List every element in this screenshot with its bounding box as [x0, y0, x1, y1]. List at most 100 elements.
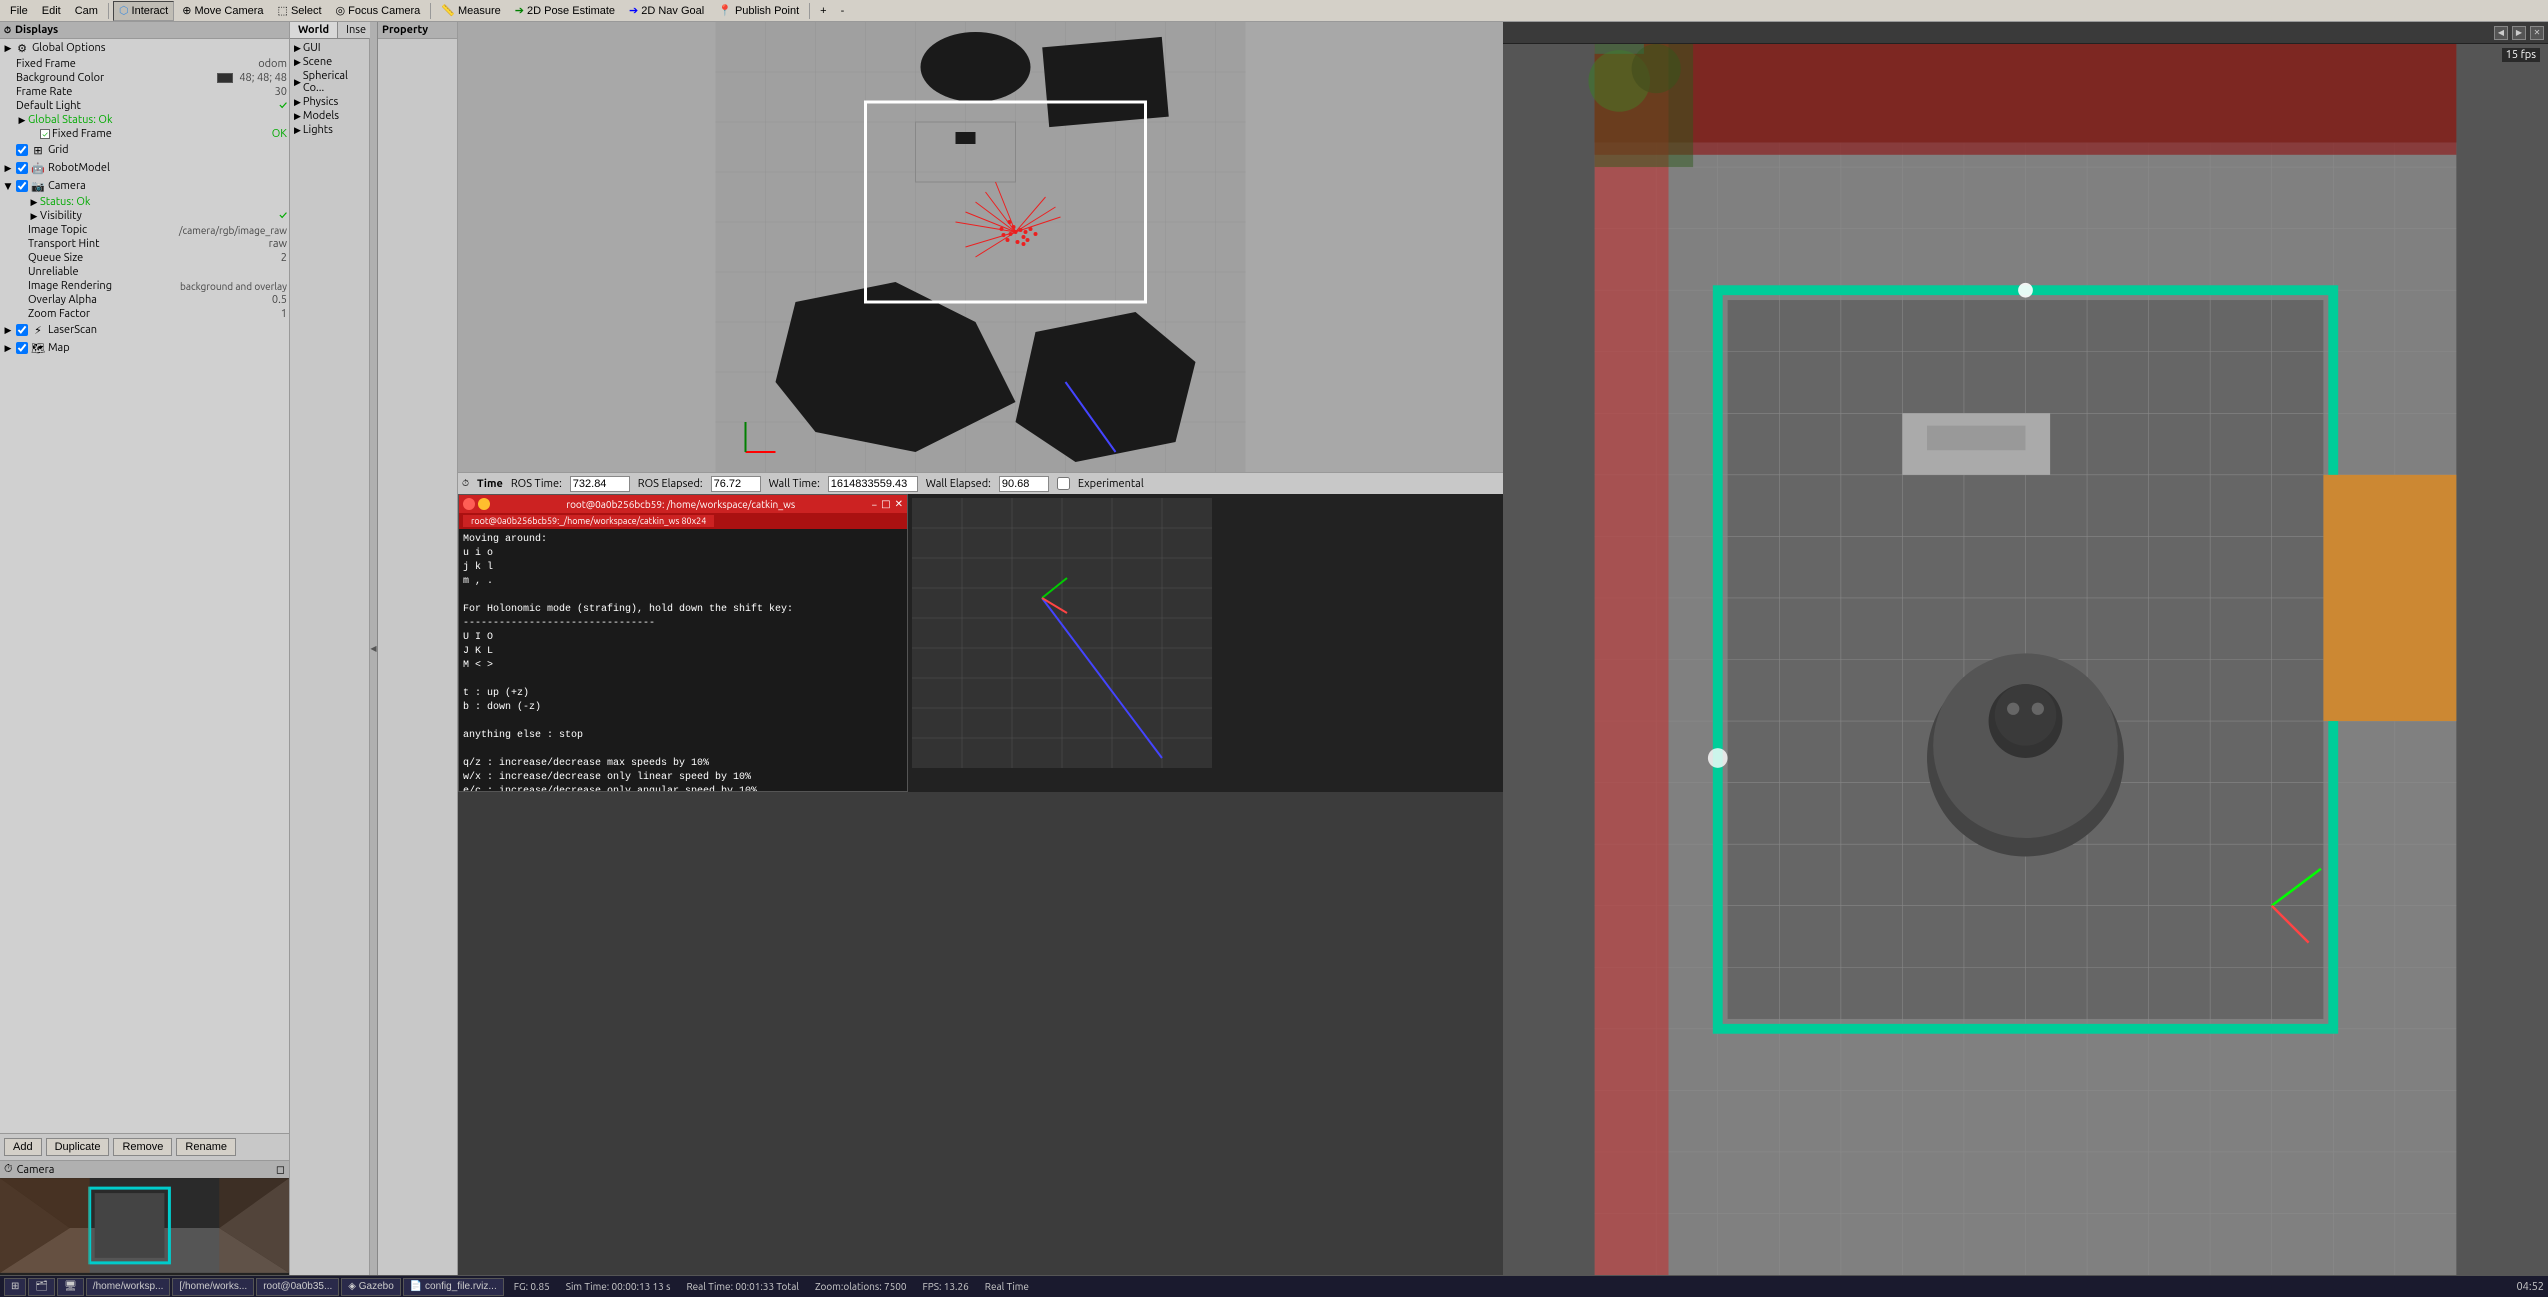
file-menu[interactable]: File — [4, 1, 34, 21]
zoom-out-btn[interactable]: - — [835, 1, 851, 21]
grid-expand[interactable] — [2, 144, 14, 156]
gazebo-titlebar: ◀ ▶ ✕ — [1503, 22, 2548, 44]
map-expand[interactable]: ▶ — [2, 342, 14, 354]
taskbar-clock: 04:52 — [2516, 1281, 2544, 1293]
select-btn[interactable]: ⬚ Select — [272, 1, 328, 21]
camera-expand[interactable]: ▼ — [2, 180, 14, 192]
taskbar-home2-btn[interactable]: [/home/works... — [172, 1278, 254, 1296]
grid-item[interactable]: ⊞ Grid — [0, 141, 289, 159]
gazebo-scene-svg — [1503, 44, 2548, 1275]
displays-buttons: Add Duplicate Remove Rename — [0, 1133, 289, 1160]
terminal-maximize-icon[interactable]: □ — [881, 498, 890, 510]
measure-btn[interactable]: 📏 Measure — [435, 1, 507, 21]
robotmodel-icon: 🤖 — [30, 160, 46, 176]
fixed-frame-row: Fixed Frame odom — [0, 57, 289, 71]
interact-btn[interactable]: ⬡ Interact — [113, 1, 174, 21]
taskbar: ⊞ 🗂 🖥 /home/worksp... [/home/works... ro… — [0, 1275, 2548, 1297]
laserscan-item[interactable]: ▶ ⚡ LaserScan — [0, 321, 289, 339]
terminal-close-icon[interactable]: ✕ — [895, 498, 903, 510]
unreliable-row: Unreliable — [0, 265, 289, 279]
overlay-alpha-row: Overlay Alpha 0.5 — [0, 293, 289, 307]
robotmodel-expand[interactable]: ▶ — [2, 162, 14, 174]
image-rendering-row: Image Rendering background and overlay — [0, 279, 289, 293]
camera-checkbox[interactable] — [16, 180, 28, 192]
focus-camera-btn[interactable]: ◎ Focus Camera — [330, 1, 427, 21]
camera-tree-icon: 📷 — [30, 178, 46, 194]
taskbar-gazebo-btn[interactable]: ◈ Gazebo — [341, 1278, 401, 1296]
laserscan-expand[interactable]: ▶ — [2, 324, 14, 336]
taskbar-start-btn[interactable]: ⊞ — [4, 1278, 26, 1296]
laserscan-checkbox[interactable] — [16, 324, 28, 336]
fixed-frame-status-row: Fixed Frame OK — [0, 127, 289, 141]
gazebo-btn-2[interactable]: ▶ — [2512, 26, 2526, 40]
sidebar-models[interactable]: ▶ Models — [292, 109, 367, 123]
property-header: Property — [378, 22, 457, 39]
rviz-view[interactable] — [458, 22, 1503, 472]
laserscan-icon: ⚡ — [30, 322, 46, 338]
taskbar-root-btn[interactable]: root@0a0b35... — [256, 1278, 339, 1296]
separator-2 — [430, 3, 431, 19]
camera-menu[interactable]: Cam — [69, 1, 104, 21]
global-status-row: ▶ Global Status: Ok — [0, 113, 289, 127]
map-checkbox[interactable] — [16, 342, 28, 354]
global-status-expand[interactable]: ▶ — [16, 114, 28, 126]
duplicate-display-btn[interactable]: Duplicate — [46, 1138, 110, 1156]
camera-item[interactable]: ▼ 📷 Camera — [0, 177, 289, 195]
zoom-in-btn[interactable]: + — [814, 1, 832, 21]
terminal-tab[interactable]: root@0a0b256bcb59:_/home/workspace/catki… — [463, 515, 714, 527]
sidebar-lights[interactable]: ▶ Lights — [292, 123, 367, 137]
image-topic-row: Image Topic /camera/rgb/image_raw — [0, 223, 289, 237]
wall-elapsed-input[interactable] — [999, 476, 1049, 492]
camera-preview-image — [0, 1178, 289, 1273]
world-tab[interactable]: World — [290, 22, 338, 38]
experimental-checkbox[interactable] — [1057, 477, 1070, 490]
terminal-close-btn[interactable] — [463, 498, 475, 510]
wall-time-input[interactable] — [828, 476, 918, 492]
global-options-expand[interactable]: ▶ — [2, 42, 14, 54]
left-sidebar-tree: ▶ GUI ▶ Scene ▶ Spherical Co... ▶ Physic… — [290, 39, 369, 139]
rename-display-btn[interactable]: Rename — [176, 1138, 236, 1156]
move-camera-btn[interactable]: ⊕ Move Camera — [176, 1, 269, 21]
sidebar-spherical[interactable]: ▶ Spherical Co... — [292, 69, 367, 95]
left-collapse-btn[interactable]: ◀ — [370, 22, 378, 1275]
nav-goal-btn[interactable]: ➔ 2D Nav Goal — [623, 1, 710, 21]
world-tab-bar: World Inse — [290, 22, 369, 39]
gazebo-3d-view[interactable]: 15 fps — [1503, 44, 2548, 1275]
sidebar-gui[interactable]: ▶ GUI — [292, 41, 367, 55]
taskbar-home-btn[interactable]: /home/worksp... — [86, 1278, 171, 1296]
global-options-item[interactable]: ▶ ⚙ Global Options — [0, 39, 289, 57]
sidebar-scene[interactable]: ▶ Scene — [292, 55, 367, 69]
gazebo-btn-1[interactable]: ◀ — [2494, 26, 2508, 40]
robotmodel-checkbox[interactable] — [16, 162, 28, 174]
map-icon: 🗺 — [30, 340, 46, 356]
ros-elapsed-input[interactable] — [711, 476, 761, 492]
sidebar-physics[interactable]: ▶ Physics — [292, 95, 367, 109]
pose-estimate-btn[interactable]: ➔ 2D Pose Estimate — [509, 1, 621, 21]
camera-visibility-row: ▶ Visibility ✓ — [0, 209, 289, 223]
ff-status-cb — [40, 129, 50, 139]
camera-status-row: ▶ Status: Ok — [0, 195, 289, 209]
terminal-tab-bar: root@0a0b256bcb59:_/home/workspace/catki… — [459, 513, 907, 529]
background-color-row: Background Color 48; 48; 48 — [0, 71, 289, 85]
camera-panel-close[interactable]: ◻ — [276, 1163, 285, 1176]
terminal-body[interactable]: Moving around: u i o j k l m , . For Hol… — [459, 529, 907, 791]
robotmodel-item[interactable]: ▶ 🤖 RobotModel — [0, 159, 289, 177]
map-item[interactable]: ▶ 🗺 Map — [0, 339, 289, 357]
gazebo-btn-3[interactable]: ✕ — [2530, 26, 2544, 40]
remove-display-btn[interactable]: Remove — [113, 1138, 172, 1156]
ros-time-input[interactable] — [570, 476, 630, 492]
default-light-row: Default Light ✓ — [0, 99, 289, 113]
taskbar-config-btn[interactable]: 📄 config_file.rviz... — [403, 1278, 504, 1296]
grid-checkbox[interactable] — [16, 144, 28, 156]
taskbar-filemanager-btn[interactable]: 🗂 — [28, 1278, 55, 1296]
publish-point-btn[interactable]: 📍 Publish Point — [712, 1, 805, 21]
edit-menu[interactable]: Edit — [36, 1, 67, 21]
taskbar-terminal-btn[interactable]: 🖥 — [57, 1278, 84, 1296]
main-layout: ⏱ Displays ▶ ⚙ Global Options Fixed Fram… — [0, 22, 2548, 1275]
terminal-minimize-icon[interactable]: − — [872, 499, 878, 510]
add-display-btn[interactable]: Add — [4, 1138, 42, 1156]
terminal-min-btn[interactable] — [478, 498, 490, 510]
terminal-window: root@0a0b256bcb59: /home/workspace/catki… — [458, 494, 908, 792]
terminal-section: root@0a0b256bcb59: /home/workspace/catki… — [458, 494, 1503, 792]
separator-3 — [809, 3, 810, 19]
